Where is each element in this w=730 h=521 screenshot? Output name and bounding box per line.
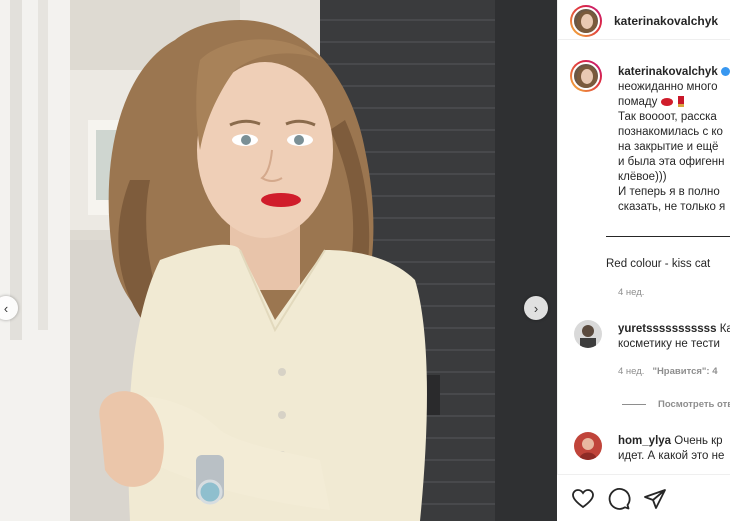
caption-red-colour: Red colour - kiss cat	[606, 258, 711, 270]
caption-line: клёвое)))	[618, 171, 667, 183]
comment-username[interactable]: yuretsssssssssss	[618, 323, 716, 335]
comment-avatar[interactable]	[574, 432, 602, 460]
verified-badge-icon	[720, 67, 730, 77]
comment-likes[interactable]: "Нравится": 4	[652, 366, 717, 377]
comment-icon[interactable]	[607, 487, 631, 511]
comment-text: косметику не тести	[618, 338, 720, 350]
caption-line: Так воооот, расска	[618, 111, 717, 123]
comment-timestamp[interactable]: 4 нед.	[618, 366, 644, 377]
comment-username[interactable]: hom_ylya	[618, 435, 671, 447]
comment-avatar[interactable]	[574, 320, 602, 348]
chevron-right-icon[interactable]: ›	[524, 296, 548, 320]
caption-line: И теперь я в полно	[618, 186, 720, 198]
comment-text: Очень кр	[674, 435, 723, 447]
caption-line: неожиданно много	[618, 81, 718, 93]
view-replies-button[interactable]: Посмотреть отв	[622, 399, 730, 410]
caption-divider	[606, 236, 730, 237]
caption-line-lipstick: помаду	[618, 95, 730, 110]
post-actions	[557, 474, 730, 521]
caption-timestamp[interactable]: 4 нед.	[618, 287, 644, 298]
avatar[interactable]	[570, 4, 602, 37]
post-header: katerinakovalchyk	[558, 0, 730, 40]
caption-line: сказать, не только я	[618, 201, 726, 213]
comment-meta: 4 нед. "Нравится": 4	[618, 366, 718, 377]
post-side-panel: katerinakovalchyk katerinakovalchyk неож…	[557, 0, 730, 521]
comment-text: идет. А какой это не	[618, 450, 725, 462]
heart-icon[interactable]	[571, 487, 595, 511]
caption-username[interactable]: katerinakovalchyk	[618, 66, 718, 78]
caption-line: и была эта офигенн	[618, 156, 725, 168]
caption-avatar[interactable]	[570, 60, 602, 92]
post-photo[interactable]: ‹ ›	[0, 0, 557, 521]
caption-line: на закрытие и ещё	[618, 141, 719, 153]
caption-line: познакомилась с ко	[618, 126, 723, 138]
caption-text: katerinakovalchyk неожиданно много помад…	[618, 65, 730, 215]
lips-emoji-icon	[660, 97, 673, 106]
comment-text: Кате	[719, 323, 730, 335]
header-username[interactable]: katerinakovalchyk	[614, 14, 718, 28]
post-image	[0, 0, 557, 521]
lipstick-emoji-icon	[677, 96, 684, 108]
paper-plane-icon[interactable]	[643, 487, 667, 511]
